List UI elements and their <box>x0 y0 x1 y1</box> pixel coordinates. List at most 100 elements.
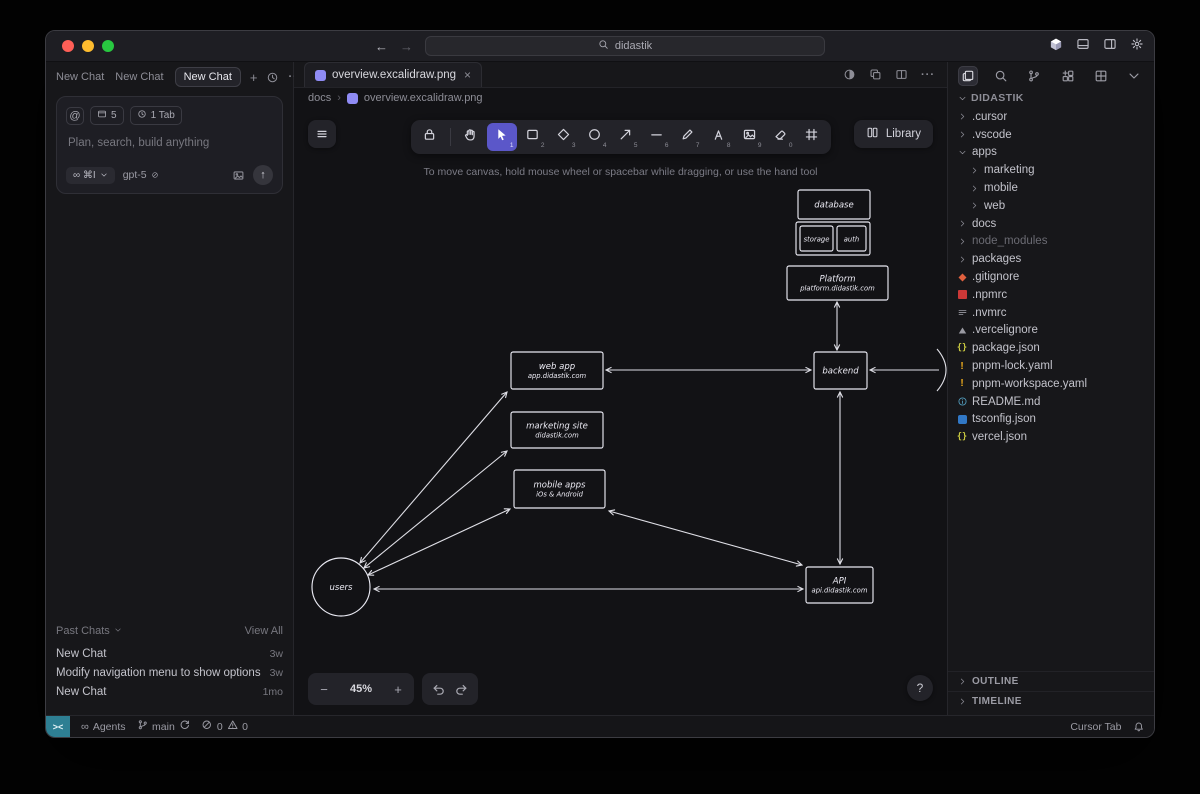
context-badge[interactable]: 1 Tab <box>129 106 182 125</box>
explorer-tab-icon[interactable] <box>958 66 978 86</box>
undo-button[interactable] <box>431 682 446 697</box>
view-all-link[interactable]: View All <box>245 625 283 637</box>
close-tab-icon[interactable]: × <box>464 68 471 82</box>
past-chats-toggle[interactable]: Past Chats <box>56 625 122 637</box>
tree-item[interactable]: .gitignore <box>948 268 1154 286</box>
tool-line-button[interactable]: 6 <box>642 123 672 151</box>
panel-grid-icon[interactable] <box>1091 66 1111 86</box>
tree-item[interactable]: ! pnpm-lock.yaml <box>948 357 1154 375</box>
extensions-tab-icon[interactable] <box>1058 66 1078 86</box>
tool-draw-button[interactable]: 7 <box>673 123 703 151</box>
model-selector[interactable]: gpt-5 <box>123 169 159 181</box>
chat-input-card[interactable]: @ 5 1 Tab Plan, search, build anything ∞ … <box>56 96 283 194</box>
timeline-section[interactable]: TIMELINE <box>948 691 1154 711</box>
tree-item[interactable]: .npmrc <box>948 286 1154 304</box>
notifications-bell-icon[interactable] <box>1133 721 1145 733</box>
tool-hand-button[interactable] <box>456 123 486 151</box>
attach-image-icon[interactable] <box>232 169 245 182</box>
context-badge[interactable]: 5 <box>90 106 124 125</box>
excalidraw-canvas[interactable]: database storage auth Platform platform.dida… <box>294 108 947 715</box>
excalidraw-menu-button[interactable] <box>308 120 336 148</box>
git-branch-status[interactable]: main <box>137 719 191 734</box>
minimize-window-button[interactable] <box>82 40 94 52</box>
past-chat-item[interactable]: Modify navigation menu to show options 3w <box>56 663 283 682</box>
zoom-controls: − 45% + <box>308 673 414 705</box>
outline-section[interactable]: OUTLINE <box>948 671 1154 691</box>
chat-history-icon[interactable] <box>266 71 279 84</box>
editor-tab[interactable]: overview.excalidraw.png × <box>304 62 483 87</box>
past-chat-item[interactable]: New Chat 1mo <box>56 682 283 701</box>
project-search-bar[interactable]: didastik <box>425 36 825 56</box>
source-control-tab-icon[interactable] <box>1024 66 1044 86</box>
explorer-footer: OUTLINE TIMELINE <box>948 671 1154 715</box>
project-root-row[interactable]: DIDASTIK <box>948 88 1154 108</box>
tool-text-button[interactable]: 8 <box>704 123 734 151</box>
tool-rectangle-button[interactable]: 2 <box>518 123 548 151</box>
tree-item[interactable]: web <box>948 197 1154 215</box>
tool-ellipse-button[interactable]: 4 <box>580 123 610 151</box>
tree-item[interactable]: tsconfig.json <box>948 411 1154 429</box>
tree-item[interactable]: docs <box>948 215 1154 233</box>
titlebar-center: ← → didastik <box>375 36 825 56</box>
new-chat-button[interactable]: + <box>250 70 258 85</box>
breadcrumb-file[interactable]: overview.excalidraw.png <box>364 92 483 104</box>
chat-input-placeholder[interactable]: Plan, search, build anything <box>68 137 271 149</box>
tool-image-button[interactable]: 9 <box>735 123 765 151</box>
agents-status[interactable]: ∞ Agents <box>81 721 126 733</box>
chat-tab[interactable]: New Chat <box>56 71 104 83</box>
history-forward-button[interactable]: → <box>400 39 413 54</box>
tree-item[interactable]: .nvmrc <box>948 304 1154 322</box>
toggle-right-sidebar-icon[interactable] <box>1103 37 1117 56</box>
send-button[interactable]: ↑ <box>253 165 273 185</box>
tree-item[interactable]: .vscode <box>948 126 1154 144</box>
zoom-level[interactable]: 45% <box>338 683 384 695</box>
past-chat-item[interactable]: New Chat 3w <box>56 644 283 663</box>
toggle-theme-icon[interactable] <box>843 68 856 81</box>
diagram[interactable]: database storage auth Platformplatform.dida… <box>294 108 947 715</box>
tool-selection-button[interactable]: 1 <box>486 123 517 151</box>
editor-more-icon[interactable]: ··· <box>921 69 935 81</box>
tool-frame-button[interactable] <box>797 123 827 151</box>
readme-icon <box>956 396 968 407</box>
zoom-in-button[interactable]: + <box>384 682 412 697</box>
cursor-tab-status[interactable]: Cursor Tab <box>1070 721 1121 733</box>
tree-item[interactable]: packages <box>948 250 1154 268</box>
open-preview-icon[interactable] <box>869 68 882 81</box>
chevron-down-icon <box>114 625 122 637</box>
tree-item[interactable]: ! pnpm-workspace.yaml <box>948 375 1154 393</box>
tool-eraser-button[interactable]: 0 <box>766 123 796 151</box>
breadcrumb[interactable]: docs › overview.excalidraw.png <box>294 88 947 108</box>
tree-item[interactable]: .vercelignore <box>948 322 1154 340</box>
chevron-down-icon[interactable] <box>1124 66 1144 86</box>
chevron-right-icon <box>956 219 968 228</box>
breadcrumb-folder[interactable]: docs <box>308 92 331 104</box>
agent-mode-selector[interactable]: ∞ ⌘I <box>66 166 115 184</box>
split-editor-icon[interactable] <box>895 68 908 81</box>
tree-item[interactable]: README.md <box>948 393 1154 411</box>
tree-item[interactable]: {} package.json <box>948 339 1154 357</box>
tree-item[interactable]: marketing <box>948 161 1154 179</box>
zoom-window-button[interactable] <box>102 40 114 52</box>
tree-item[interactable]: apps <box>948 144 1154 162</box>
chat-tab[interactable]: New Chat <box>174 67 241 87</box>
history-back-button[interactable]: ← <box>375 39 388 54</box>
toggle-bottom-panel-icon[interactable] <box>1076 37 1090 56</box>
close-window-button[interactable] <box>62 40 74 52</box>
redo-button[interactable] <box>454 682 469 697</box>
remote-indicator[interactable]: >< <box>46 716 70 737</box>
tool-arrow-button[interactable]: 5 <box>611 123 641 151</box>
tool-lock-button[interactable] <box>415 123 445 151</box>
tree-item[interactable]: node_modules <box>948 233 1154 251</box>
tree-item[interactable]: .cursor <box>948 108 1154 126</box>
tree-item[interactable]: {} vercel.json <box>948 428 1154 446</box>
search-tab-icon[interactable] <box>991 66 1011 86</box>
library-button[interactable]: Library <box>853 120 933 148</box>
help-button[interactable]: ? <box>907 675 933 701</box>
tree-item[interactable]: mobile <box>948 179 1154 197</box>
zoom-out-button[interactable]: − <box>310 682 338 697</box>
settings-gear-icon[interactable] <box>1130 37 1144 56</box>
tool-diamond-button[interactable]: 3 <box>549 123 579 151</box>
problems-status[interactable]: 0 0 <box>201 719 248 734</box>
chat-tab[interactable]: New Chat <box>115 71 163 83</box>
add-context-button[interactable]: @ <box>66 106 84 125</box>
